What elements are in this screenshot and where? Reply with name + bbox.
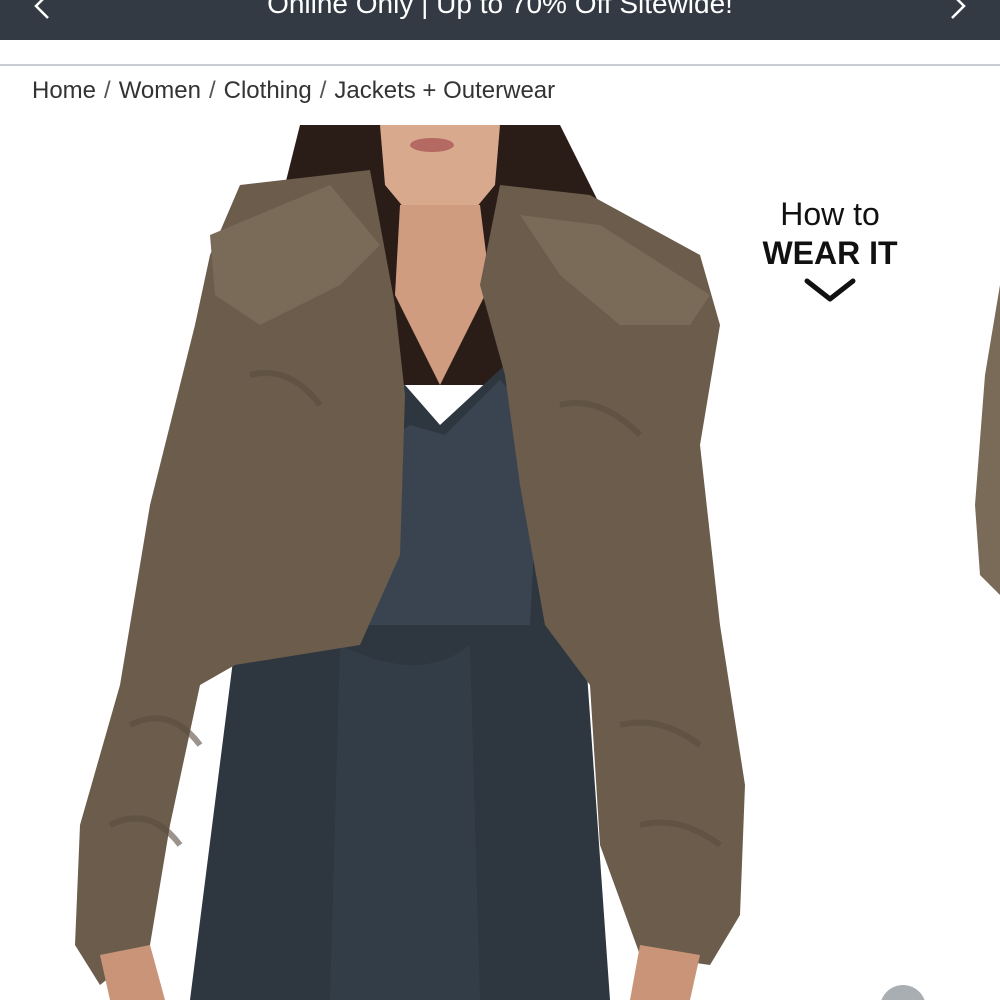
breadcrumb-women[interactable]: Women [119, 77, 201, 105]
promo-text: Online Only | Up to 70% Off Sitewide! [267, 0, 733, 19]
breadcrumb: Home / Women / Clothing / Jackets + Oute… [32, 74, 555, 108]
how-to-line1: How to [780, 196, 880, 232]
breadcrumb-separator: / [208, 77, 216, 104]
how-to-line2: WEAR IT [762, 235, 898, 271]
promo-banner[interactable]: Online Only | Up to 70% Off Sitewide! [0, 0, 1000, 40]
product-image-carousel[interactable]: How to WEAR IT [0, 125, 1000, 1000]
breadcrumb-clothing[interactable]: Clothing [224, 77, 312, 105]
breadcrumb-separator: / [104, 77, 111, 104]
breadcrumb-separator: / [319, 77, 327, 104]
breadcrumb-home[interactable]: Home [32, 77, 96, 105]
header-divider [0, 64, 1000, 66]
breadcrumb-jackets-outerwear[interactable]: Jackets + Outerwear [334, 77, 555, 105]
chevron-down-icon [803, 275, 857, 305]
chevron-right-icon[interactable] [942, 0, 972, 20]
how-to-wear-it-link[interactable]: How to WEAR IT [740, 195, 920, 305]
